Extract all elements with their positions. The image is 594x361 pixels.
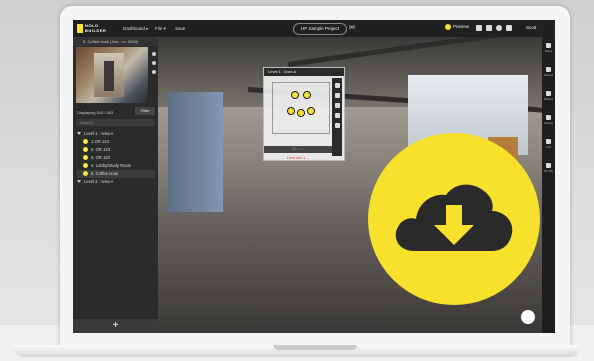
photo-pin-icon	[83, 163, 88, 169]
location-pin-icon[interactable]	[291, 91, 299, 99]
photo-pin-icon	[83, 155, 88, 161]
current-photo-title: 5. Coffee nook (Jan... to, 2018)	[73, 37, 158, 46]
tree-group[interactable]: Level 2 : Area A	[77, 178, 155, 186]
share-icon[interactable]: ⋈	[349, 25, 355, 31]
chat-icon[interactable]	[476, 25, 482, 31]
tool-label: Notes	[544, 49, 553, 53]
layers-icon[interactable]	[334, 123, 340, 128]
tool-label: Settings	[544, 121, 553, 125]
photo-tree: Level 1 : Area A 1.OR 124 2. OR 123 3. O…	[77, 130, 155, 186]
tree-group[interactable]: Level 1 : Area A	[77, 130, 155, 138]
add-button[interactable]: +	[73, 319, 158, 333]
zoom-in-icon[interactable]	[334, 103, 340, 108]
tool-label: DC Photos	[544, 169, 553, 173]
tool-label: Markup	[544, 97, 553, 101]
app-screen: HOLO BUILDER Dashboard ▸ File ▾ Save HP …	[73, 20, 555, 333]
laptop-notch	[273, 345, 357, 350]
user-name[interactable]: Scott	[526, 25, 536, 30]
cloud-download-icon	[395, 184, 513, 251]
notes-tool[interactable]: Notes	[544, 43, 553, 55]
tree-item-label: 5. Coffee nook	[91, 171, 119, 176]
floor-plan[interactable]	[272, 82, 330, 134]
preview-label: Preview	[453, 24, 470, 30]
logo-mark	[77, 24, 83, 33]
wrench-icon	[546, 115, 551, 120]
search-input[interactable]: Search	[77, 119, 155, 126]
display-count: Displaying 043 / 043	[77, 110, 114, 115]
tree-item[interactable]: 1.OR 124	[77, 138, 155, 146]
caret-down-icon	[77, 132, 81, 136]
notes-icon	[546, 43, 551, 48]
tree-group-label: Level 1 : Area A	[84, 131, 114, 136]
minimap-title: Level 1 : Area A	[264, 68, 344, 76]
tree-item-label: 3. OR 122	[91, 155, 111, 160]
location-pin-icon[interactable]	[307, 107, 315, 115]
tree-item[interactable]: 4. Lobby/Study Room	[77, 162, 155, 170]
ruler-icon[interactable]	[334, 93, 340, 98]
chat-bubble-icon[interactable]	[521, 310, 535, 324]
zoom-out-icon[interactable]	[334, 113, 340, 118]
measure-icon	[546, 67, 551, 72]
panorama-view[interactable]: Level 1 : Area A Ⓘ ... ... Level and 1 .…	[158, 37, 542, 333]
photos-tool[interactable]: DC Photos	[544, 163, 553, 175]
tool-label: Measure	[544, 73, 553, 77]
minimap-toolbar	[332, 78, 342, 156]
photo-pin-icon	[83, 139, 88, 145]
tree-item-label: 2. OR 123	[91, 147, 111, 152]
right-toolbar: Notes Measure Markup Settings Full DC Ph…	[542, 37, 555, 333]
caret-down-icon	[77, 180, 81, 184]
location-pin-icon[interactable]	[303, 91, 311, 99]
settings-tool[interactable]: Settings	[544, 115, 553, 127]
tree-item-selected[interactable]: 5. Coffee nook	[77, 170, 155, 178]
tree-item[interactable]: 2. OR 123	[77, 146, 155, 154]
filter-button[interactable]: Filter	[135, 107, 155, 115]
top-bar: HOLO BUILDER Dashboard ▸ File ▾ Save HP …	[73, 20, 555, 37]
left-panel: 5. Coffee nook (Jan... to, 2018) Display…	[73, 37, 158, 333]
location-pin-icon[interactable]	[297, 109, 305, 117]
help-icon[interactable]	[486, 25, 492, 31]
tool-label: Full	[546, 145, 551, 149]
edit-icon[interactable]	[151, 61, 156, 65]
cloud-download-badge[interactable]	[368, 133, 540, 305]
delete-icon[interactable]	[151, 70, 156, 74]
menu-save[interactable]: Save	[175, 26, 185, 31]
photo-thumbnail[interactable]	[76, 47, 148, 103]
blue-panel	[168, 92, 223, 232]
minimap-warning: Level and 1 ...	[286, 156, 310, 160]
settings-icon[interactable]	[496, 25, 502, 31]
minimap-footer[interactable]: Ⓘ ... ...	[264, 146, 332, 153]
tree-group-label: Level 2 : Area A	[84, 179, 114, 184]
photo-pin-icon	[83, 147, 88, 153]
menu-dashboard[interactable]: Dashboard ▸	[123, 26, 149, 32]
preview-icon	[445, 24, 451, 30]
tree-item-label: 4. Lobby/Study Room	[91, 163, 132, 168]
location-pin-icon[interactable]	[287, 107, 295, 115]
tree-item[interactable]: 3. OR 122	[77, 154, 155, 162]
photo-pin-icon	[83, 171, 88, 177]
expand-icon[interactable]	[151, 52, 156, 56]
markup-tool[interactable]: Markup	[544, 91, 553, 103]
menu-file[interactable]: File ▾	[155, 26, 166, 32]
minimap[interactable]: Level 1 : Area A Ⓘ ... ... Level and 1 .…	[263, 67, 345, 161]
markup-icon	[546, 91, 551, 96]
expand-icon	[546, 139, 551, 144]
photo-icon	[546, 163, 551, 168]
preview-button[interactable]: Preview	[445, 24, 469, 30]
holobuilder-logo[interactable]: HOLO BUILDER	[77, 23, 107, 34]
logo-text-2: BUILDER	[85, 28, 107, 33]
project-selector[interactable]: HP Sample Project	[293, 23, 347, 35]
fullscreen-tool[interactable]: Full	[544, 139, 553, 151]
notification-icon[interactable]	[506, 25, 512, 31]
thumbnail-tools	[149, 47, 158, 103]
fullscreen-icon[interactable]	[334, 83, 340, 88]
tree-item-label: 1.OR 124	[91, 139, 109, 144]
measure-tool[interactable]: Measure	[544, 67, 553, 79]
